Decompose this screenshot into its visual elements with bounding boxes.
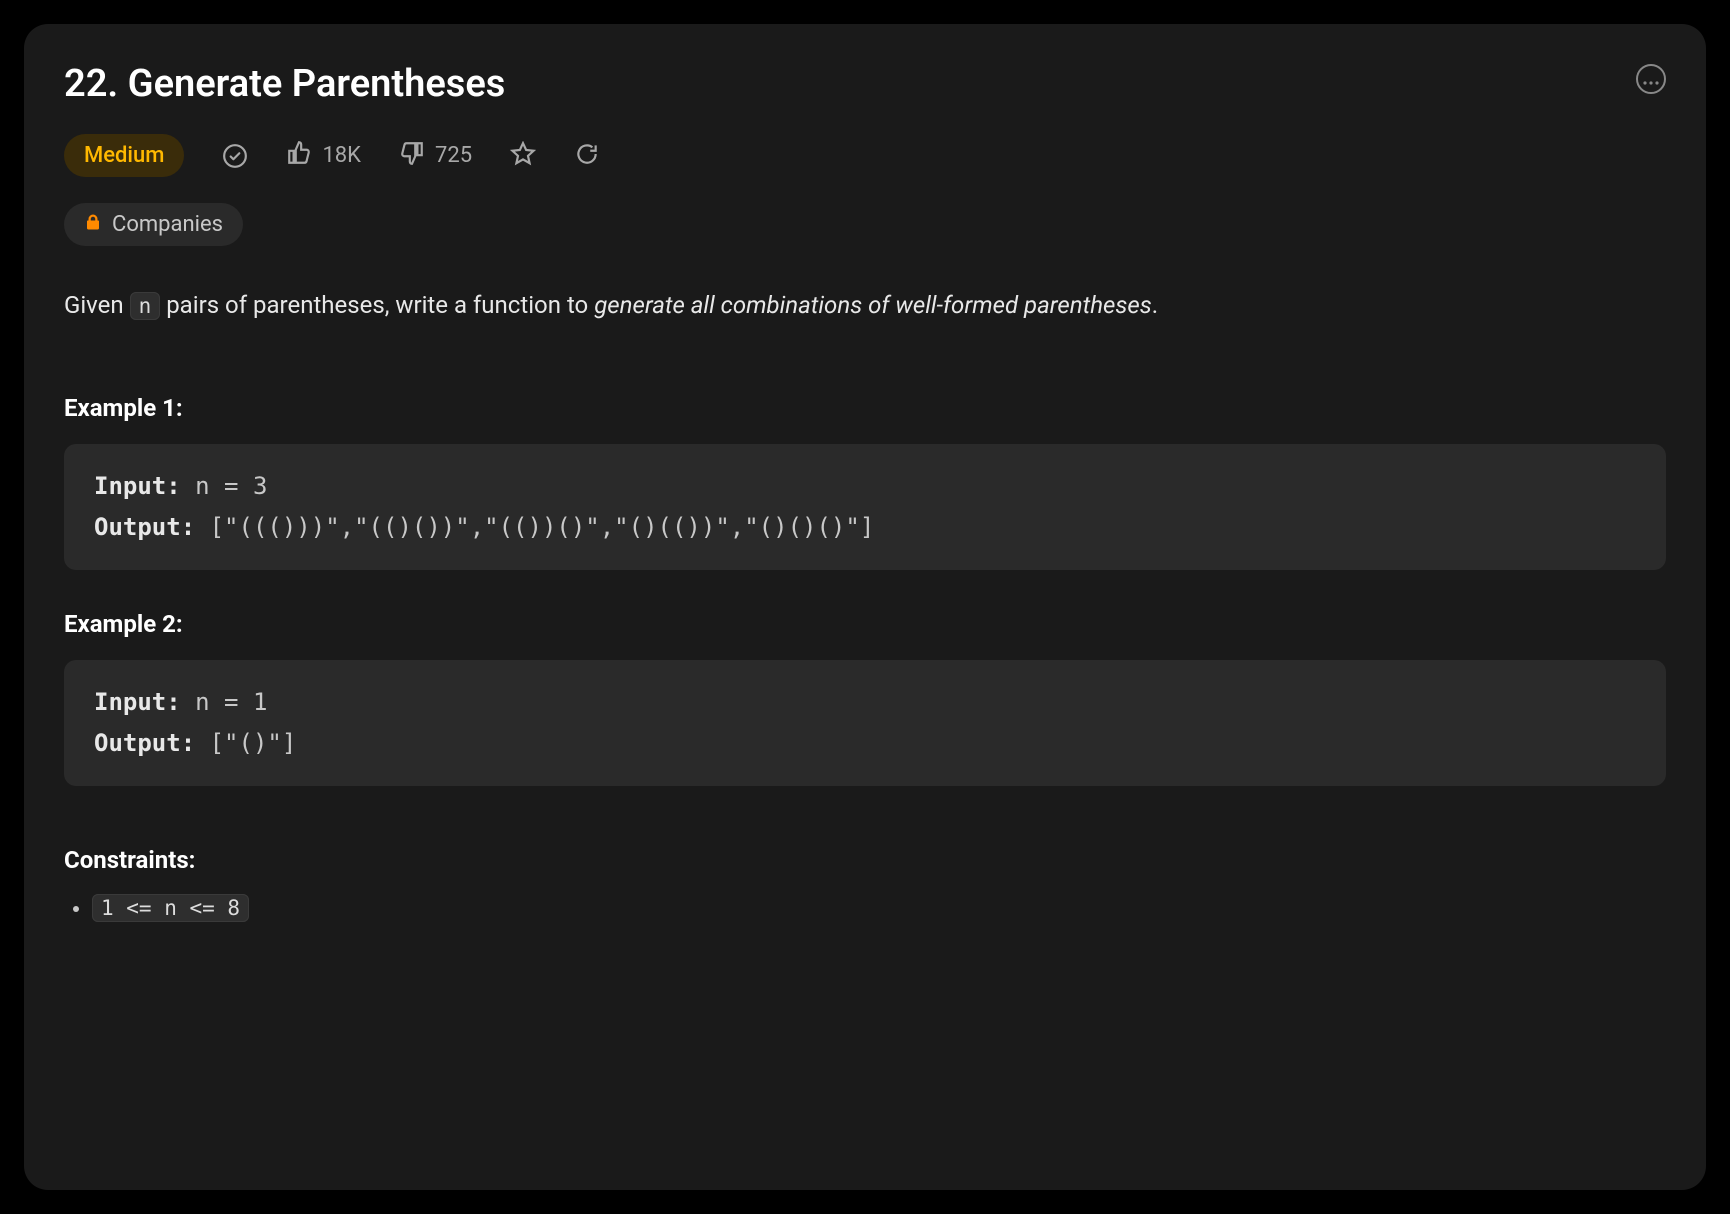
solved-check-icon <box>222 143 248 169</box>
problem-title: 22. Generate Parentheses <box>64 62 1666 106</box>
example-title: Example 1: <box>64 394 1666 422</box>
constraints-list: 1 <= n <= 8 <box>64 896 1666 921</box>
likes-button[interactable]: 18K <box>286 140 361 172</box>
inline-variable: n <box>130 292 161 320</box>
code-label: Output: <box>94 513 195 541</box>
problem-panel: 22. Generate Parentheses Medium 18K 725 <box>24 24 1706 1190</box>
example-title: Example 2: <box>64 610 1666 638</box>
dislikes-count: 725 <box>435 143 472 168</box>
meta-row: Medium 18K 725 <box>64 134 1666 177</box>
example-block: Example 1: Input: n = 3 Output: ["((()))… <box>64 394 1666 570</box>
more-options-button[interactable] <box>1636 64 1666 94</box>
favorite-button[interactable] <box>510 141 536 171</box>
thumbs-down-icon <box>399 140 425 172</box>
likes-count: 18K <box>322 143 361 168</box>
lock-icon <box>84 212 102 237</box>
share-icon <box>574 141 600 171</box>
example-code: Input: n = 1 Output: ["()"] <box>64 660 1666 786</box>
constraints-title: Constraints: <box>64 846 1666 874</box>
tag-row: Companies <box>64 203 1666 246</box>
companies-label: Companies <box>112 212 223 237</box>
desc-text: . <box>1152 291 1158 319</box>
thumbs-up-icon <box>286 140 312 172</box>
code-value: n = 3 <box>181 472 268 500</box>
problem-description: Given n pairs of parentheses, write a fu… <box>64 286 1666 324</box>
constraint-item: 1 <= n <= 8 <box>92 896 1666 921</box>
code-label: Input: <box>94 472 181 500</box>
example-block: Example 2: Input: n = 1 Output: ["()"] <box>64 610 1666 786</box>
desc-text: pairs of parentheses, write a function t… <box>160 291 594 319</box>
star-icon <box>510 141 536 171</box>
code-label: Input: <box>94 688 181 716</box>
code-value: ["((()))","(()())","(())()","()(())","()… <box>195 513 874 541</box>
constraint-code: 1 <= n <= 8 <box>92 894 249 922</box>
more-icon <box>1643 70 1659 89</box>
dislikes-button[interactable]: 725 <box>399 140 472 172</box>
companies-tag[interactable]: Companies <box>64 203 243 246</box>
code-label: Output: <box>94 729 195 757</box>
difficulty-badge: Medium <box>64 134 184 177</box>
code-value: n = 1 <box>181 688 268 716</box>
example-code: Input: n = 3 Output: ["((()))","(()())",… <box>64 444 1666 570</box>
desc-emphasis: generate all combinations of well-formed… <box>594 291 1152 319</box>
code-value: ["()"] <box>195 729 296 757</box>
share-button[interactable] <box>574 141 600 171</box>
desc-text: Given <box>64 291 130 319</box>
constraints-block: Constraints: 1 <= n <= 8 <box>64 846 1666 921</box>
